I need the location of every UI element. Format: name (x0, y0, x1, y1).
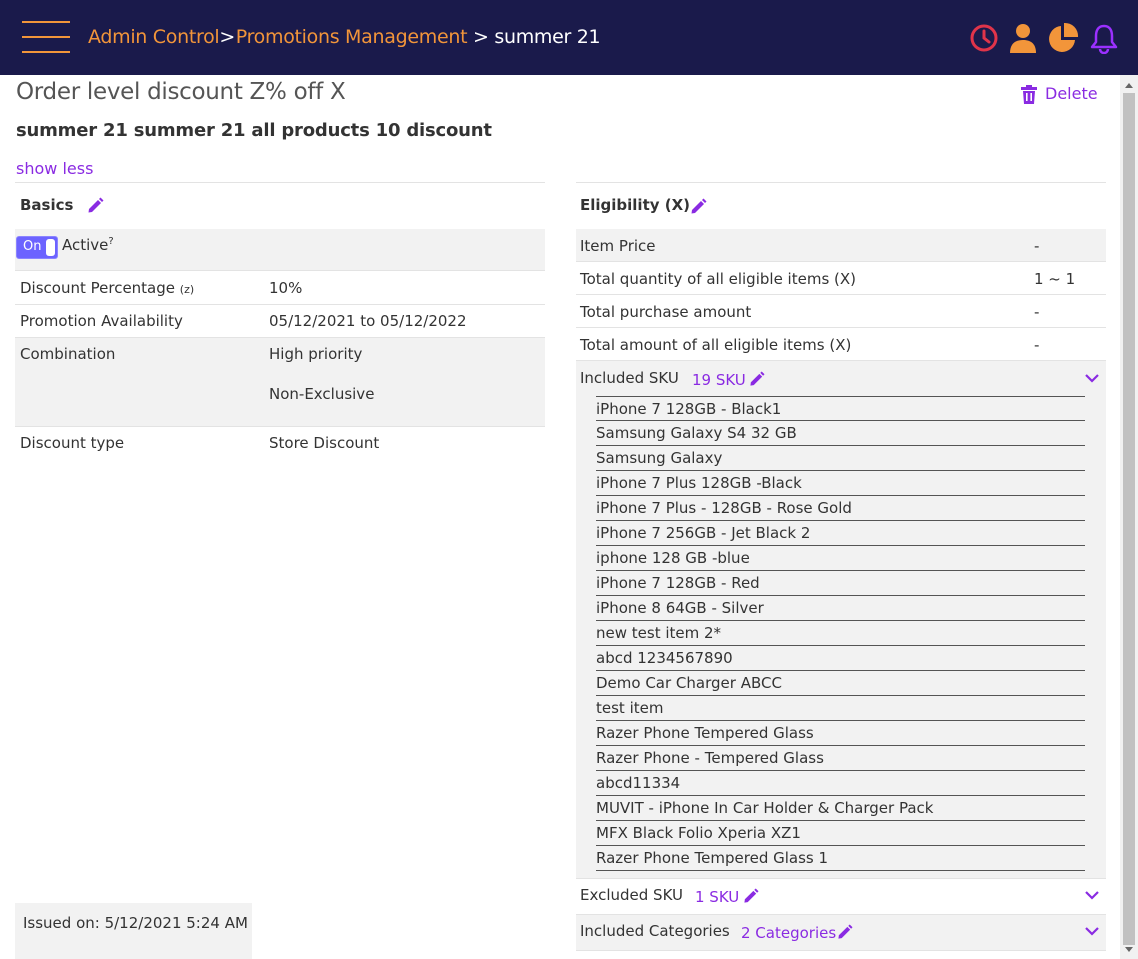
sku-list-item: iPhone 7 128GB - Red (596, 571, 1085, 596)
breadcrumb-current: summer 21 (494, 26, 601, 48)
breadcrumb-separator: > (472, 26, 489, 48)
discount-percentage-suffix: (z) (179, 283, 195, 296)
sku-list-item: Razer Phone - Tempered Glass (596, 746, 1085, 771)
included-sku-label: Included SKU (580, 369, 679, 387)
divider (576, 182, 1106, 183)
combination-label: Combination (20, 345, 116, 363)
edit-included-sku-pencil-icon[interactable] (749, 371, 765, 387)
promotion-name: summer 21 summer 21 all products 10 disc… (16, 120, 492, 141)
sku-list-item: iPhone 7 Plus - 128GB - Rose Gold (596, 496, 1085, 521)
item-price-label: Item Price (580, 237, 656, 255)
hamburger-line (22, 36, 70, 38)
toggle-knob (46, 239, 55, 256)
top-navigation-bar: Admin Control> Promotions Management > s… (0, 0, 1138, 75)
user-icon[interactable] (1007, 22, 1039, 54)
eligibility-row: Total quantity of all eligible items (X)… (576, 262, 1106, 295)
bell-icon[interactable] (1088, 22, 1120, 54)
included-categories-count-link[interactable]: 2 Categories (741, 924, 836, 942)
divider (15, 182, 545, 183)
sku-list-item: Demo Car Charger ABCC (596, 671, 1085, 696)
availability-label: Promotion Availability (20, 312, 183, 330)
eligibility-row: Item Price - (576, 229, 1106, 262)
eligibility-title: Eligibility (X) (580, 196, 691, 214)
discount-percentage-row: Discount Percentage (z) 10% (15, 271, 545, 305)
breadcrumb: Admin Control> Promotions Management > s… (88, 26, 601, 48)
help-icon[interactable]: ? (108, 236, 113, 247)
vertical-scrollbar[interactable] (1120, 75, 1138, 959)
combination-row: Combination High priority Non-Exclusive (15, 338, 545, 427)
discount-type-row: Discount type Store Discount (15, 427, 545, 460)
issued-text: Issued on: 5/12/2021 5:24 AM (23, 914, 248, 932)
sku-list-item: MFX Black Folio Xperia XZ1 (596, 821, 1085, 846)
page-title: Order level discount Z% off X (16, 79, 346, 105)
total-amount-value: - (1034, 336, 1040, 354)
scrollbar-thumb[interactable] (1123, 93, 1135, 945)
discount-percentage-label: Discount Percentage (z) (20, 279, 194, 297)
total-amount-label: Total amount of all eligible items (X) (580, 336, 852, 354)
discount-percentage-text: Discount Percentage (20, 279, 176, 297)
total-quantity-value: 1 ~ 1 (1034, 270, 1076, 288)
total-quantity-label: Total quantity of all eligible items (X) (580, 270, 857, 288)
promotion-availability-row: Promotion Availability 05/12/2021 to 05/… (15, 305, 545, 338)
discount-type-value: Store Discount (269, 434, 380, 452)
sku-list-item: iphone 128 GB -blue (596, 546, 1085, 571)
eligibility-row: Total amount of all eligible items (X) - (576, 328, 1106, 361)
delete-label: Delete (1045, 84, 1098, 103)
breadcrumb-admin-control[interactable]: Admin Control (88, 26, 220, 48)
sku-list-item: abcd11334 (596, 771, 1085, 796)
combination-value-priority: High priority (269, 345, 363, 363)
active-toggle[interactable]: On (16, 236, 58, 259)
chevron-down-icon[interactable] (1085, 927, 1099, 936)
edit-included-categories-pencil-icon[interactable] (837, 924, 853, 940)
active-label: Active? (62, 236, 114, 254)
issued-info: Issued on: 5/12/2021 5:24 AM (15, 903, 252, 959)
sku-list-item: Samsung Galaxy S4 32 GB (596, 421, 1085, 446)
sku-list-item: Razer Phone Tempered Glass (596, 721, 1085, 746)
hamburger-line (22, 51, 70, 53)
included-categories-row: Included Categories 2 Categories (576, 915, 1106, 951)
sku-list-item: iPhone 7 Plus 128GB -Black (596, 471, 1085, 496)
total-purchase-value: - (1034, 303, 1040, 321)
availability-value: 05/12/2021 to 05/12/2022 (269, 312, 467, 330)
included-sku-count-link[interactable]: 19 SKU (692, 371, 746, 389)
sku-list-item: iPhone 7 128GB - Black1 (596, 396, 1085, 421)
item-price-value: - (1034, 237, 1040, 255)
pie-chart-icon[interactable] (1047, 22, 1079, 54)
breadcrumb-separator: > (219, 26, 235, 48)
trash-icon (1021, 85, 1037, 104)
included-sku-list: iPhone 7 128GB - Black1 Samsung Galaxy S4… (596, 396, 1085, 871)
discount-percentage-value: 10% (269, 279, 303, 297)
sku-list-item: abcd 1234567890 (596, 646, 1085, 671)
sku-list-item: Samsung Galaxy (596, 446, 1085, 471)
basics-title: Basics (20, 196, 74, 214)
discount-type-label: Discount type (20, 434, 125, 452)
sku-list-item: Razer Phone Tempered Glass 1 (596, 846, 1085, 871)
breadcrumb-promotions-management[interactable]: Promotions Management (236, 26, 468, 48)
sku-list-item: MUVIT - iPhone In Car Holder & Charger P… (596, 796, 1085, 821)
scroll-up-icon[interactable] (1125, 83, 1133, 88)
excluded-sku-count-link[interactable]: 1 SKU (695, 888, 739, 906)
eligibility-row: Total purchase amount - (576, 295, 1106, 328)
chevron-down-icon[interactable] (1085, 891, 1099, 900)
edit-basics-pencil-icon[interactable] (87, 197, 104, 214)
sku-list-item: test item (596, 696, 1085, 721)
chevron-down-icon[interactable] (1085, 374, 1099, 383)
total-purchase-label: Total purchase amount (580, 303, 752, 321)
excluded-sku-label: Excluded SKU (580, 886, 683, 904)
combination-value-exclusivity: Non-Exclusive (269, 385, 375, 403)
edit-eligibility-pencil-icon[interactable] (690, 198, 707, 215)
toggle-label: On (23, 239, 42, 254)
sku-list-item: iPhone 8 64GB - Silver (596, 596, 1085, 621)
active-text: Active (62, 236, 109, 254)
hamburger-menu-icon[interactable] (22, 20, 70, 54)
sku-list-item: iPhone 7 256GB - Jet Black 2 (596, 521, 1085, 546)
scroll-down-icon[interactable] (1125, 947, 1133, 952)
sku-list-item: new test item 2* (596, 621, 1085, 646)
hamburger-line (22, 21, 70, 23)
excluded-sku-row: Excluded SKU 1 SKU (576, 879, 1106, 915)
clock-icon[interactable] (968, 22, 1000, 54)
included-categories-label: Included Categories (580, 922, 730, 940)
show-less-link[interactable]: show less (16, 159, 93, 178)
edit-excluded-sku-pencil-icon[interactable] (743, 888, 759, 904)
